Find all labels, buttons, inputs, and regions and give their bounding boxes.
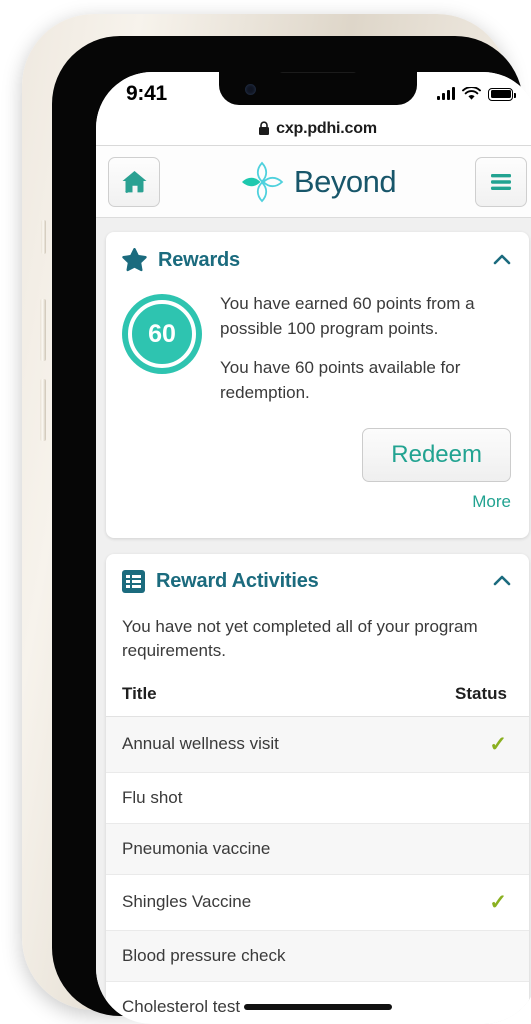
home-indicator[interactable] <box>243 1004 392 1010</box>
table-row[interactable]: Shingles Vaccine ✓ <box>106 874 529 931</box>
table-header: Title Status <box>106 669 529 717</box>
reward-activities-table: Title Status Annual wellness visit ✓ Flu s… <box>106 669 529 1024</box>
page-content: Rewards 60 You have earned 60 points fro… <box>96 218 531 1024</box>
list-icon-glyph <box>126 574 141 588</box>
column-header-title: Title <box>106 669 440 717</box>
browser-url-bar[interactable]: cxp.pdhi.com <box>96 112 531 146</box>
activity-status-cell: ✓ <box>439 716 529 773</box>
rewards-paragraph-1: You have earned 60 points from a possibl… <box>220 294 475 338</box>
status-bar-indicators <box>437 87 516 101</box>
lock-icon <box>259 121 270 135</box>
brand-logo-group: Beyond <box>239 160 397 204</box>
table-row[interactable]: Cholesterol test <box>106 981 529 1024</box>
volume-up-button[interactable] <box>40 299 46 361</box>
phone-screen: 9:41 cxp.pdhi.com Beyond Rewards 60 You … <box>96 72 531 1024</box>
checkmark-icon: ✓ <box>489 890 507 914</box>
more-link[interactable]: More <box>472 492 511 512</box>
activity-status-cell <box>439 981 529 1024</box>
status-bar-time: 9:41 <box>126 82 167 105</box>
hamburger-menu-button[interactable] <box>474 156 527 207</box>
activity-title-cell: Cholesterol test <box>106 981 440 1024</box>
activity-title-cell: Annual wellness visit <box>106 716 440 773</box>
rewards-paragraph-2: You have 60 points available for redempt… <box>220 358 461 402</box>
beyond-flower-logo-icon <box>241 161 284 202</box>
column-header-status: Status <box>439 669 529 717</box>
front-camera-icon <box>244 84 256 95</box>
wifi-icon <box>462 87 481 100</box>
activity-title-cell: Flu shot <box>106 772 440 824</box>
app-header: Beyond <box>96 146 531 218</box>
earpiece-speaker <box>278 72 357 73</box>
screenshot-stage: 9:41 cxp.pdhi.com Beyond Rewards 60 You … <box>0 0 531 1024</box>
star-icon <box>122 248 147 272</box>
rewards-card-header[interactable]: Rewards <box>106 232 529 282</box>
battery-full-icon <box>488 87 516 101</box>
redeem-row: Redeem <box>106 406 529 482</box>
more-row: More <box>106 482 529 538</box>
table-row[interactable]: Annual wellness visit ✓ <box>106 716 529 773</box>
table-row[interactable]: Blood pressure check <box>106 930 529 982</box>
cellular-signal-icon <box>437 87 455 100</box>
rewards-description: You have earned 60 points from a possibl… <box>220 290 511 406</box>
points-progress-circle: 60 <box>122 294 202 374</box>
reward-activities-card-header[interactable]: Reward Activities <box>106 554 529 603</box>
reward-activities-card: Reward Activities You have not yet compl… <box>106 553 529 1024</box>
activity-status-cell <box>439 823 529 875</box>
phone-outer-frame: 9:41 cxp.pdhi.com Beyond Rewards 60 You … <box>22 14 531 1024</box>
rewards-body: 60 You have earned 60 points from a poss… <box>106 282 529 406</box>
chevron-up-icon[interactable] <box>491 570 513 592</box>
list-icon <box>122 569 145 593</box>
redeem-button[interactable]: Redeem <box>362 427 511 482</box>
points-value: 60 <box>148 319 176 348</box>
volume-down-button[interactable] <box>40 379 46 441</box>
silent-switch-button[interactable] <box>41 220 46 254</box>
activity-title-cell: Blood pressure check <box>106 930 440 982</box>
rewards-card-title: Rewards <box>158 248 240 271</box>
hamburger-menu-icon <box>490 173 511 190</box>
reward-activities-card-title: Reward Activities <box>156 569 319 592</box>
table-body: Annual wellness visit ✓ Flu shot Pneumonia … <box>106 716 529 1024</box>
checkmark-icon: ✓ <box>489 732 507 756</box>
url-text: cxp.pdhi.com <box>276 119 377 137</box>
home-icon <box>122 171 146 193</box>
phone-bezel: 9:41 cxp.pdhi.com Beyond Rewards 60 You … <box>52 36 531 1024</box>
rewards-card: Rewards 60 You have earned 60 points fro… <box>106 232 529 538</box>
activity-title-cell: Shingles Vaccine <box>106 874 440 931</box>
table-header-row: Title Status <box>106 669 529 717</box>
activity-status-cell <box>439 930 529 982</box>
brand-name: Beyond <box>293 163 397 199</box>
activity-status-cell: ✓ <box>439 874 529 931</box>
phone-notch <box>218 72 417 105</box>
activity-title-cell: Pneumonia vaccine <box>106 823 440 875</box>
home-button[interactable] <box>108 156 160 207</box>
table-row[interactable]: Flu shot <box>106 772 529 824</box>
chevron-up-icon[interactable] <box>491 249 513 271</box>
activities-note: You have not yet completed all of your p… <box>122 616 478 661</box>
table-row[interactable]: Pneumonia vaccine <box>106 823 529 875</box>
activity-status-cell <box>439 772 529 824</box>
